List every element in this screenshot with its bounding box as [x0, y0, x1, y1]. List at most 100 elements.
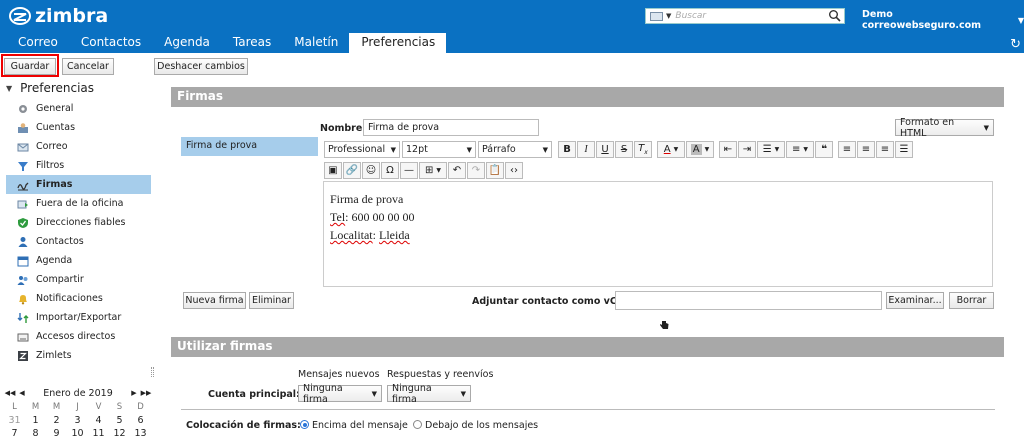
strikethrough-button[interactable]: S — [615, 141, 633, 158]
sidebar-header[interactable]: ▼ Preferencias — [6, 81, 94, 95]
calendar-day[interactable]: 7 — [4, 428, 25, 441]
sidebar-item-importar-exportar[interactable]: Importar/Exportar — [6, 308, 151, 327]
sidebar-item-compartir[interactable]: Compartir — [6, 270, 151, 289]
browse-button[interactable]: Examinar... — [886, 292, 944, 309]
placement-below-option[interactable]: Debajo de los mensajes — [413, 420, 538, 431]
next-month-icon[interactable]: ▶ — [128, 389, 140, 397]
clear-format-button[interactable]: Tx — [634, 141, 652, 158]
search-box[interactable]: ▼ Buscar — [645, 8, 845, 24]
underline-button[interactable]: U — [596, 141, 614, 158]
tab-preferencias[interactable]: Preferencias — [349, 33, 447, 53]
calendar-day[interactable]: 2 — [46, 415, 67, 428]
numbered-list-button[interactable]: ≡ ▼ — [786, 141, 814, 158]
insert-table-button[interactable]: ⊞ ▼ — [419, 162, 447, 179]
signature-name-input[interactable]: Firma de prova — [363, 119, 539, 136]
sidebar-item-agenda[interactable]: Agenda — [6, 251, 151, 270]
sidebar-item-accesos-directos[interactable]: Accesos directos — [6, 327, 151, 346]
replies-signature-select[interactable]: Ninguna firma ▼ — [387, 383, 471, 405]
tab-agenda[interactable]: Agenda — [152, 33, 221, 53]
text-color-button[interactable]: A ▼ — [657, 141, 685, 158]
special-char-button[interactable]: Ω — [381, 162, 399, 179]
calendar-day[interactable]: 3 — [67, 415, 88, 428]
indent-button[interactable]: ⇥ — [738, 141, 756, 158]
signature-list-item[interactable]: Firma de prova — [181, 137, 318, 156]
user-menu[interactable]: Demo correowebseguro.com ▼ — [862, 9, 1024, 31]
background-color-button[interactable]: A ▼ — [686, 141, 714, 158]
justify-button[interactable]: ☰ — [895, 141, 913, 158]
undo-button[interactable]: ↶ — [448, 162, 466, 179]
insert-image-button[interactable]: ▣ — [324, 162, 342, 179]
calendar-day[interactable]: 5 — [109, 415, 130, 428]
sidebar-item-contactos[interactable]: Contactos — [6, 232, 151, 251]
collapse-triangle-icon[interactable]: ▼ — [6, 84, 12, 93]
tab-maletin[interactable]: Maletín — [282, 33, 349, 53]
tab-correo[interactable]: Correo — [6, 33, 69, 53]
paste-button[interactable]: 📋 — [486, 162, 504, 179]
redo-button[interactable]: ↷ — [467, 162, 485, 179]
radio-below[interactable] — [413, 420, 422, 429]
save-button[interactable]: Guardar — [4, 58, 56, 75]
calendar-day[interactable]: 6 — [130, 415, 151, 428]
calendar-day[interactable]: 1 — [25, 415, 46, 428]
tab-tareas[interactable]: Tareas — [221, 33, 282, 53]
calendar-day[interactable]: 8 — [25, 428, 46, 441]
prev-year-icon[interactable]: ◀◀ — [4, 389, 16, 397]
search-icon[interactable] — [828, 9, 842, 23]
bold-button[interactable]: B — [558, 141, 576, 158]
calendar-day[interactable]: 4 — [88, 415, 109, 428]
new-messages-signature-select[interactable]: Ninguna firma ▼ — [298, 383, 382, 405]
align-right-button[interactable]: ≡ — [876, 141, 894, 158]
calendar-day[interactable]: 10 — [67, 428, 88, 441]
delete-signature-button[interactable]: Eliminar — [249, 292, 294, 309]
next-year-icon[interactable]: ▶▶ — [140, 389, 152, 397]
refresh-icon[interactable]: ↻ — [1010, 37, 1021, 52]
sidebar-item-label: Correo — [36, 141, 68, 152]
search-type-caret-icon[interactable]: ▼ — [666, 12, 671, 20]
mail-type-icon[interactable] — [650, 11, 663, 21]
sidebar-item-general[interactable]: General — [6, 99, 151, 118]
sidebar-item-cuentas[interactable]: Cuentas — [6, 118, 151, 137]
radio-above[interactable] — [300, 420, 309, 429]
align-left-button[interactable]: ≡ — [838, 141, 856, 158]
insert-link-button[interactable]: 🔗 — [343, 162, 361, 179]
new-signature-button[interactable]: Nueva firma — [183, 292, 246, 309]
chevron-down-icon: ▼ — [1017, 15, 1024, 25]
horizontal-rule-button[interactable]: — — [400, 162, 418, 179]
sidebar-item-filtros[interactable]: Filtros — [6, 156, 151, 175]
prev-month-icon[interactable]: ◀ — [16, 389, 28, 397]
bullet-list-button[interactable]: ☰ ▼ — [757, 141, 785, 158]
sidebar-item-direcciones-fiables[interactable]: Direcciones fiables — [6, 213, 151, 232]
sidebar-item-firmas[interactable]: Firmas — [6, 175, 151, 194]
font-family-select[interactable]: Professional ▼ — [324, 141, 400, 158]
calendar-day[interactable]: 31 — [4, 415, 25, 428]
sidebar-item-zimlets[interactable]: Zimlets — [6, 346, 151, 365]
signature-editor[interactable]: Firma de prova Tel: 600 00 00 00 Localit… — [323, 181, 993, 287]
calendar-day[interactable]: 13 — [130, 428, 151, 441]
block-format-select[interactable]: Párrafo ▼ — [478, 141, 552, 158]
spellcheck-word: Tel — [330, 210, 346, 224]
italic-button[interactable]: I — [577, 141, 595, 158]
sidebar-splitter[interactable] — [151, 367, 154, 377]
align-center-button[interactable]: ≡ — [857, 141, 875, 158]
clear-vcard-button[interactable]: Borrar — [949, 292, 994, 309]
vcard-input[interactable] — [615, 291, 882, 310]
blockquote-button[interactable]: ❝ — [815, 141, 833, 158]
insert-emoticon-button[interactable]: ☺ — [362, 162, 380, 179]
sidebar-item-notificaciones[interactable]: Notificaciones — [6, 289, 151, 308]
sidebar-item-fuera-oficina[interactable]: Fuera de la oficina — [6, 194, 151, 213]
bold-icon: B — [563, 144, 571, 155]
calendar-day[interactable]: 11 — [88, 428, 109, 441]
source-code-button[interactable]: ‹› — [505, 162, 523, 179]
calendar-day[interactable]: 9 — [46, 428, 67, 441]
calendar-day[interactable]: 12 — [109, 428, 130, 441]
tab-contactos[interactable]: Contactos — [69, 33, 152, 53]
undo-changes-button[interactable]: Deshacer cambios — [154, 58, 248, 75]
outdent-button[interactable]: ⇤ — [719, 141, 737, 158]
sidebar-item-correo[interactable]: Correo — [6, 137, 151, 156]
font-size-select[interactable]: 12pt ▼ — [402, 141, 476, 158]
placement-above-option[interactable]: Encima del mensaje — [300, 420, 408, 431]
cancel-button[interactable]: Cancelar — [62, 58, 114, 75]
search-input[interactable]: Buscar — [675, 11, 828, 21]
zimbra-logo[interactable]: zimbra — [8, 5, 108, 27]
format-select[interactable]: Formato en HTML ▼ — [895, 117, 994, 139]
